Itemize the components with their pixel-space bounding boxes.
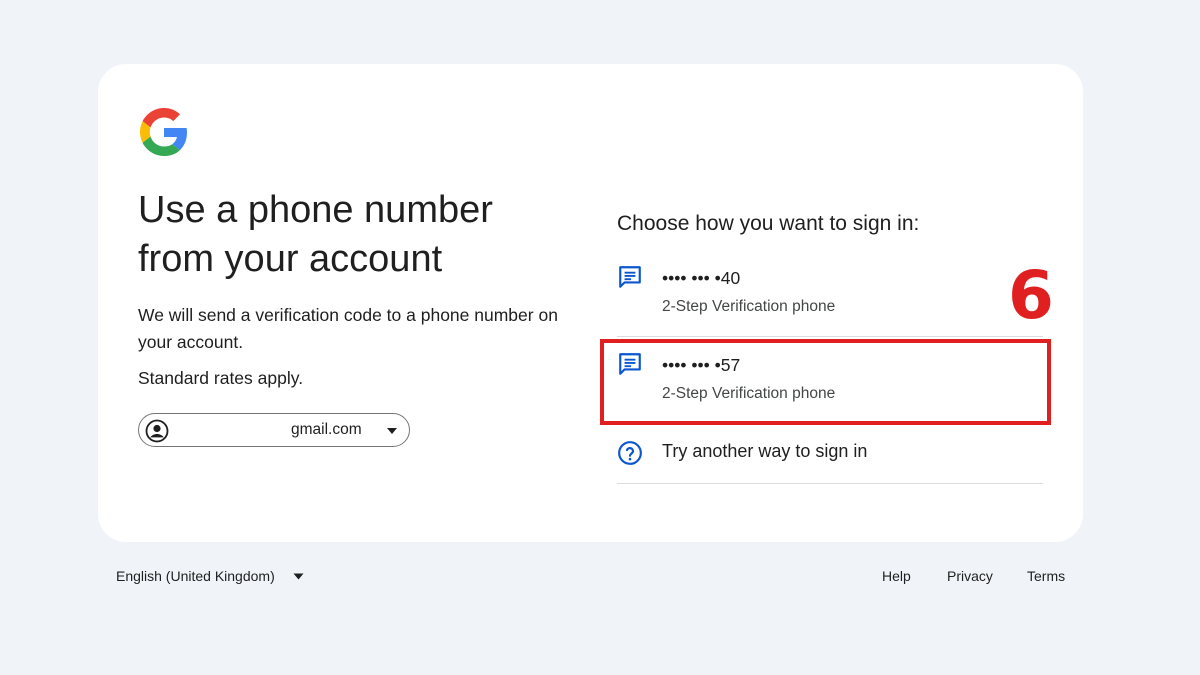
phone-option-40[interactable]: •••• ••• •40 2-Step Verification phone	[617, 250, 1043, 337]
help-circle-icon	[618, 441, 642, 465]
description-text: We will send a verification code to a ph…	[138, 305, 558, 352]
phone-number: •••• ••• •40	[662, 268, 741, 288]
sign-in-card: Use a phone number from your account We …	[98, 64, 1083, 542]
phone-option-57[interactable]: •••• ••• •57 2-Step Verification phone	[617, 337, 1043, 424]
message-icon	[619, 266, 641, 288]
phone-subtitle: 2-Step Verification phone	[662, 298, 836, 315]
help-link[interactable]: Help	[882, 568, 911, 584]
account-circle-icon	[145, 419, 169, 443]
choose-title: Choose how you want to sign in:	[617, 212, 920, 235]
terms-link[interactable]: Terms	[1027, 568, 1065, 584]
language-selector[interactable]: English (United Kingdom)	[116, 568, 304, 584]
page-title-line-2: from your account	[138, 238, 443, 280]
google-logo-icon	[140, 108, 187, 156]
caret-down-icon	[293, 573, 304, 579]
message-icon	[619, 353, 641, 375]
privacy-link[interactable]: Privacy	[947, 568, 993, 584]
phone-number: •••• ••• •57	[662, 355, 741, 375]
caret-down-icon	[387, 428, 397, 434]
try-another-way-label: Try another way to sign in	[662, 441, 868, 461]
try-another-way-option[interactable]: Try another way to sign in	[617, 424, 1043, 484]
account-chip[interactable]: gmail.com	[138, 413, 410, 447]
step-number-annotation: 6	[1008, 257, 1054, 334]
language-label: English (United Kingdom)	[116, 568, 275, 584]
account-email: gmail.com	[291, 421, 362, 438]
page-title: Use a phone number from your account	[138, 186, 558, 284]
phone-subtitle: 2-Step Verification phone	[662, 385, 836, 402]
page-title-line-1: Use a phone number	[138, 189, 493, 231]
rates-text: Standard rates apply.	[138, 368, 304, 388]
